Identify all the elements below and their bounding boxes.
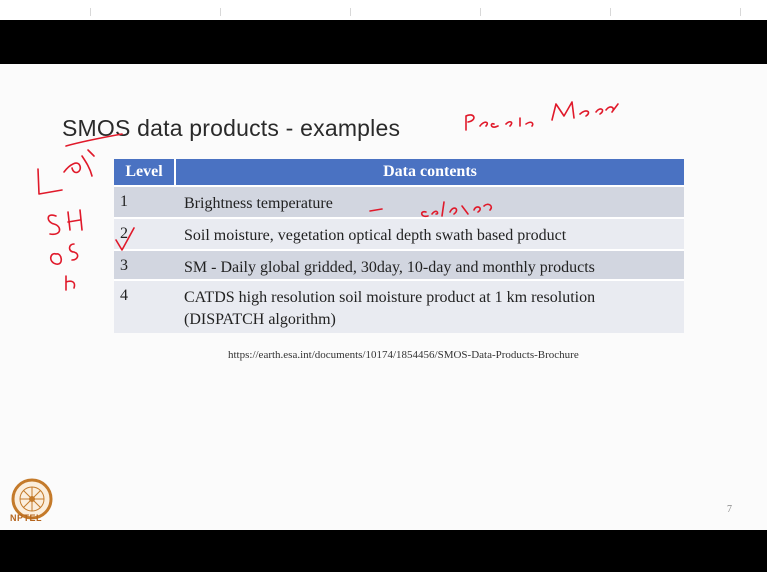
- row-content: CATDS high resolution soil moisture prod…: [184, 289, 596, 328]
- table-row: 2 Soil moisture, vegetation optical dept…: [114, 217, 684, 249]
- row-level: 3: [120, 257, 128, 274]
- slide: SMOS data products - examples Level Data…: [0, 64, 767, 530]
- page-number: 7: [727, 504, 732, 515]
- ruler-tick: [610, 8, 611, 16]
- header-level: Level: [114, 159, 176, 185]
- ink-s-stroke: [68, 243, 79, 261]
- ink-assive-stroke: [525, 121, 534, 127]
- row-level: 4: [120, 287, 128, 304]
- ruler-tick: [220, 8, 221, 16]
- row-content: Brightness temperature: [184, 195, 333, 212]
- ink-H-stroke: [67, 209, 83, 231]
- data-products-table: Level Data contents 1 Brightness tempera…: [114, 159, 684, 333]
- source-url: https://earth.esa.int/documents/10174/18…: [228, 349, 579, 361]
- ink-M-stroke: [551, 101, 575, 121]
- table-row: 3 SM - Daily global gridded, 30day, 10-d…: [114, 249, 684, 279]
- ruler-tick: [740, 8, 741, 16]
- top-ruler: [0, 0, 767, 21]
- ink-O-stroke: [49, 252, 63, 265]
- bottom-black-bar: [0, 530, 767, 572]
- ruler-tick: [90, 8, 91, 16]
- header-data-contents: Data contents: [383, 163, 477, 180]
- top-black-bar: [0, 20, 767, 64]
- table-header-row: Level Data contents: [114, 159, 684, 185]
- ink-P-stroke: [465, 114, 475, 131]
- ink-band-stroke: [63, 162, 82, 174]
- row-level: 1: [120, 193, 128, 210]
- slide-title: SMOS data products - examples: [62, 115, 401, 141]
- ink-band-stroke: [81, 149, 95, 177]
- ink-assive-stroke: [479, 121, 499, 128]
- ink-icrowave-stroke: [605, 103, 619, 113]
- row-content: SM - Daily global gridded, 30day, 10-day…: [184, 259, 595, 276]
- ruler-tick: [480, 8, 481, 16]
- ink-mu-stroke: [65, 275, 76, 291]
- ink-S-stroke: [47, 214, 61, 236]
- table-row: 1 Brightness temperature: [114, 185, 684, 217]
- ink-L-stroke: [37, 168, 63, 195]
- row-content: Soil moisture, vegetation optical depth …: [184, 227, 567, 244]
- ink-icrowave-stroke: [579, 108, 604, 117]
- nptel-logo-text: NPTEL: [10, 513, 43, 523]
- row-level: 2: [120, 225, 128, 242]
- table-row: 4 CATDS high resolution soil moisture pr…: [114, 279, 684, 333]
- ink-assive-stroke: [505, 117, 521, 127]
- ruler-tick: [350, 8, 351, 16]
